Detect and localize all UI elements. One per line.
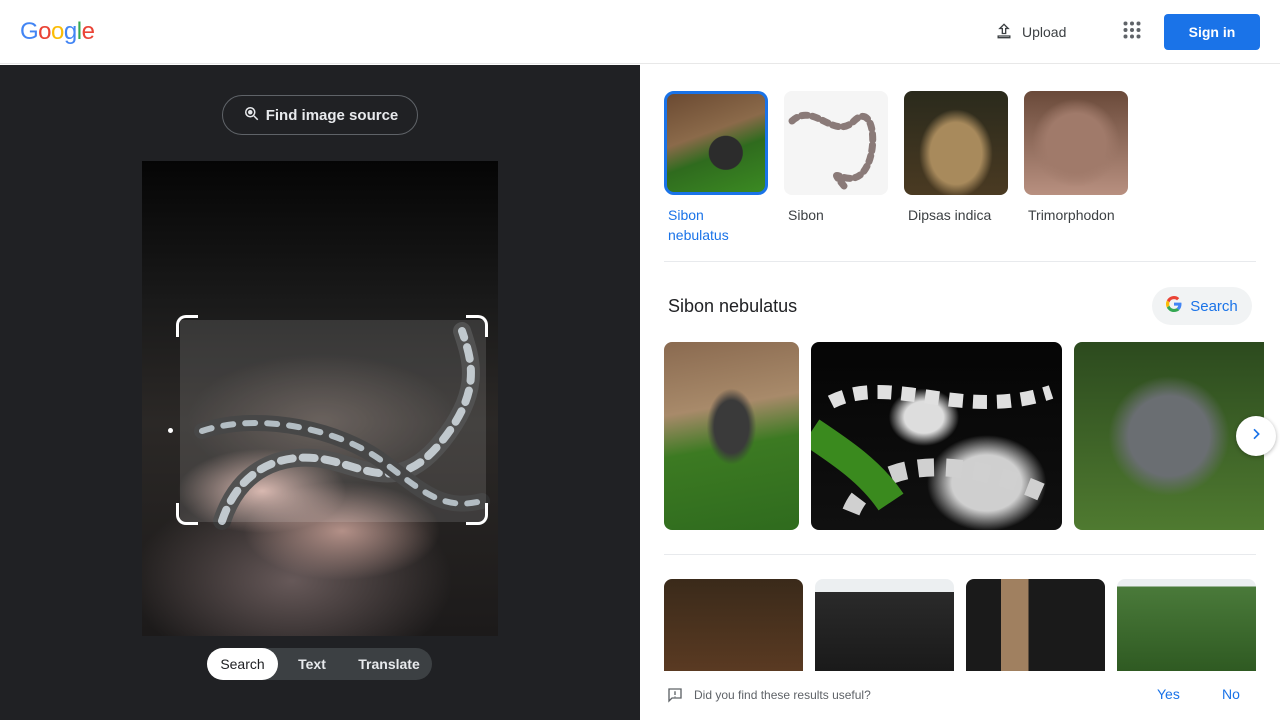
find-image-source-label: Find image source (265, 106, 399, 124)
mode-switcher: Search Text Translate (207, 648, 432, 680)
result-image[interactable] (815, 579, 954, 671)
logo-letter: e (81, 18, 95, 45)
logo-letter: G (20, 18, 39, 45)
related-thumbnail (904, 91, 1008, 195)
search-chip-label: Search (1190, 297, 1238, 315)
results-panel: Sibon nebulatus Sibon Dipsas indica Trim… (640, 65, 1280, 720)
find-image-source-button[interactable]: Find image source (222, 95, 418, 135)
related-thumbnail (1024, 91, 1128, 195)
feedback-bar: Did you find these results useful? Yes N… (640, 671, 1280, 720)
lens-search-icon (242, 104, 260, 126)
next-results-button[interactable] (1236, 416, 1276, 456)
crop-selection[interactable] (180, 320, 486, 522)
top-bar: Google Upload Sign in (0, 0, 1280, 64)
related-searches: Sibon nebulatus Sibon Dipsas indica Trim… (664, 91, 1128, 245)
crop-handle-bottom-right[interactable] (466, 503, 488, 525)
result-image[interactable] (966, 579, 1105, 671)
related-label: Sibon (788, 207, 824, 223)
apps-button[interactable] (1116, 16, 1148, 48)
result-image[interactable] (1117, 579, 1256, 671)
logo-letter: o (38, 18, 52, 45)
upload-label: Upload (1022, 24, 1067, 40)
crop-handle-bottom-left[interactable] (176, 503, 198, 525)
divider (664, 261, 1256, 262)
feedback-question: Did you find these results useful? (694, 688, 871, 702)
related-label: Trimorphodon (1028, 207, 1115, 223)
feedback-yes-button[interactable]: Yes (1157, 686, 1180, 702)
upload-button[interactable]: Upload (984, 16, 1076, 48)
related-thumbnail (664, 91, 768, 195)
result-image[interactable] (664, 579, 803, 671)
result-image[interactable] (802, 342, 1062, 530)
feedback-no-button[interactable]: No (1222, 686, 1240, 702)
logo-letter: o (51, 18, 64, 45)
related-item-trimorphodon[interactable]: Trimorphodon (1024, 91, 1128, 245)
google-logo[interactable]: Google (20, 18, 95, 46)
related-label: Sibon nebulatus (668, 207, 729, 243)
related-label: Dipsas indica (908, 207, 992, 223)
section-title: Sibon nebulatus (668, 296, 798, 316)
result-image[interactable] (664, 342, 799, 530)
google-search-chip[interactable]: Search (1152, 287, 1252, 325)
upload-icon (994, 21, 1014, 44)
crop-handle-top-right[interactable] (466, 315, 488, 337)
related-thumbnail (784, 91, 888, 195)
feedback-icon (666, 686, 684, 709)
region-dot[interactable] (168, 428, 173, 433)
image-viewer-panel: Find image source Search Text Translate (0, 65, 640, 720)
divider (664, 554, 1256, 555)
mode-text-tab[interactable]: Text (278, 648, 346, 680)
google-g-icon (1166, 296, 1182, 316)
snake-drawing (802, 385, 1054, 516)
apps-grid-icon (1123, 21, 1141, 44)
related-item-dipsas-indica[interactable]: Dipsas indica (904, 91, 1008, 245)
crop-handle-top-left[interactable] (176, 315, 198, 337)
mode-search-tab[interactable]: Search (207, 648, 278, 680)
chevron-right-icon (1248, 426, 1264, 447)
logo-letter: g (63, 18, 77, 45)
snake-drawing (788, 111, 877, 190)
related-item-sibon[interactable]: Sibon (784, 91, 888, 245)
sign-in-button[interactable]: Sign in (1164, 14, 1260, 50)
related-item-sibon-nebulatus[interactable]: Sibon nebulatus (664, 91, 768, 245)
mode-translate-tab[interactable]: Translate (346, 648, 432, 680)
